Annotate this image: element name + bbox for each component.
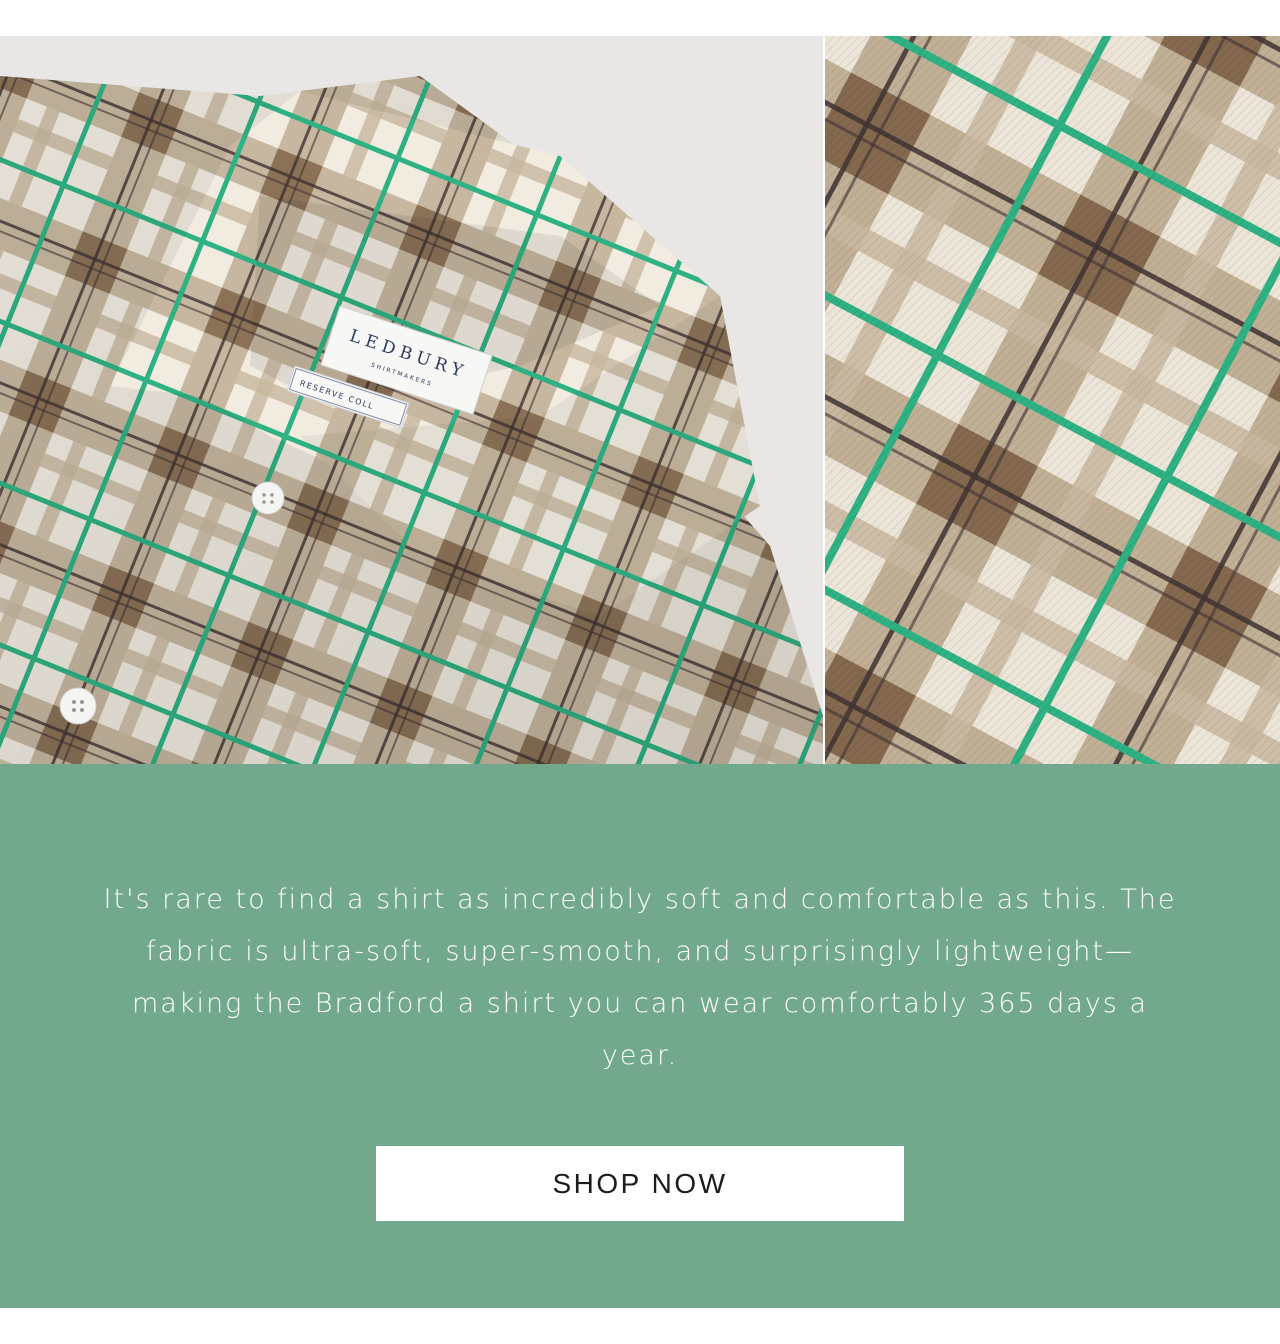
promo-body-text: It's rare to find a shirt as incredibly … [103,884,1177,1071]
product-image-row: LEDBURY SHIRTMAKERS RESERVE COLL [0,36,1280,764]
collar-button [251,481,285,515]
promo-panel: It's rare to find a shirt as incredibly … [0,764,1280,1308]
fabric-swatch-photo[interactable] [825,36,1280,764]
placket-button [59,687,97,725]
shop-now-button[interactable]: SHOP NOW [376,1146,904,1221]
shirt-photo[interactable]: LEDBURY SHIRTMAKERS RESERVE COLL [0,36,823,764]
email-promo: LEDBURY SHIRTMAKERS RESERVE COLL It's ra… [0,0,1280,1344]
